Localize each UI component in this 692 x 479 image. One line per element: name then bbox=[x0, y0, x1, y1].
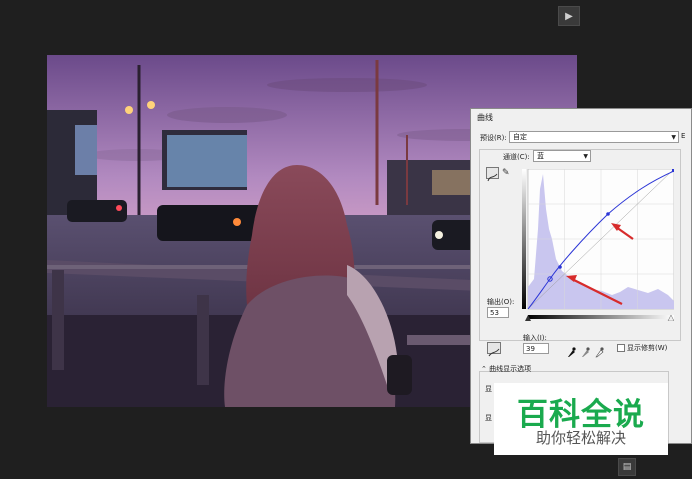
input-gradient-bar bbox=[528, 315, 674, 319]
chevron-down-icon: ▼ bbox=[671, 134, 676, 141]
watermark-subtitle: 助你轻松解决 bbox=[535, 429, 626, 447]
channel-select[interactable]: 蓝 ▼ bbox=[533, 150, 591, 162]
curve-options-header[interactable]: ⌃ 曲线显示选项 bbox=[481, 364, 671, 374]
show-clipping-label: 显示修剪(W) bbox=[627, 344, 668, 352]
output-gradient-bar bbox=[522, 169, 526, 309]
output-label: 输出(O): bbox=[487, 298, 515, 306]
curve-tool-icon bbox=[487, 173, 498, 182]
curve-endpoint[interactable] bbox=[672, 169, 674, 172]
watermark: 百科全说 助你轻松解决 bbox=[494, 383, 668, 455]
pencil-tool[interactable]: ✎ bbox=[502, 167, 514, 179]
curve-graph[interactable] bbox=[522, 169, 674, 321]
target-adjust-tool[interactable] bbox=[487, 342, 501, 357]
show-clipping-checkbox[interactable] bbox=[617, 344, 625, 352]
eyedropper-gray-icon bbox=[582, 347, 590, 357]
expand-toggle-icon: ⌃ bbox=[481, 365, 487, 373]
panel-icon: ▤ bbox=[622, 462, 632, 472]
gray-eyedropper[interactable] bbox=[580, 343, 590, 357]
hand-curve-icon bbox=[488, 348, 500, 357]
curve-options-label: 曲线显示选项 bbox=[489, 365, 532, 373]
channel-value: 蓝 bbox=[537, 152, 544, 160]
preset-label: 预设(R): bbox=[480, 134, 507, 142]
dialog-title: 曲线 bbox=[477, 113, 493, 122]
option-label-a: 显 bbox=[485, 385, 492, 393]
preset-value: 自定 bbox=[513, 133, 527, 141]
channel-label: 通道(C): bbox=[503, 153, 530, 161]
panel-button[interactable]: ▤ bbox=[618, 458, 636, 476]
eyedropper-black-icon bbox=[568, 347, 576, 357]
play-button[interactable]: ▶ bbox=[558, 6, 580, 26]
white-eyedropper[interactable] bbox=[594, 343, 604, 358]
eyedropper-white-icon bbox=[595, 347, 604, 358]
option-label-b: 显 bbox=[485, 414, 492, 422]
curve-point[interactable] bbox=[558, 265, 562, 269]
preset-options-menu[interactable]: E bbox=[681, 132, 685, 140]
chevron-down-icon: ▼ bbox=[583, 153, 588, 160]
edit-points-tool[interactable] bbox=[486, 167, 499, 182]
preset-select[interactable]: 自定 ▼ bbox=[509, 131, 679, 143]
output-field[interactable]: 53 bbox=[487, 307, 509, 318]
input-field[interactable]: 39 bbox=[523, 343, 549, 354]
play-icon: ▶ bbox=[565, 10, 573, 22]
black-eyedropper[interactable] bbox=[566, 343, 576, 357]
input-label: 输入(I): bbox=[523, 334, 547, 342]
pencil-icon: ✎ bbox=[502, 168, 510, 178]
curve-point[interactable] bbox=[606, 212, 610, 216]
